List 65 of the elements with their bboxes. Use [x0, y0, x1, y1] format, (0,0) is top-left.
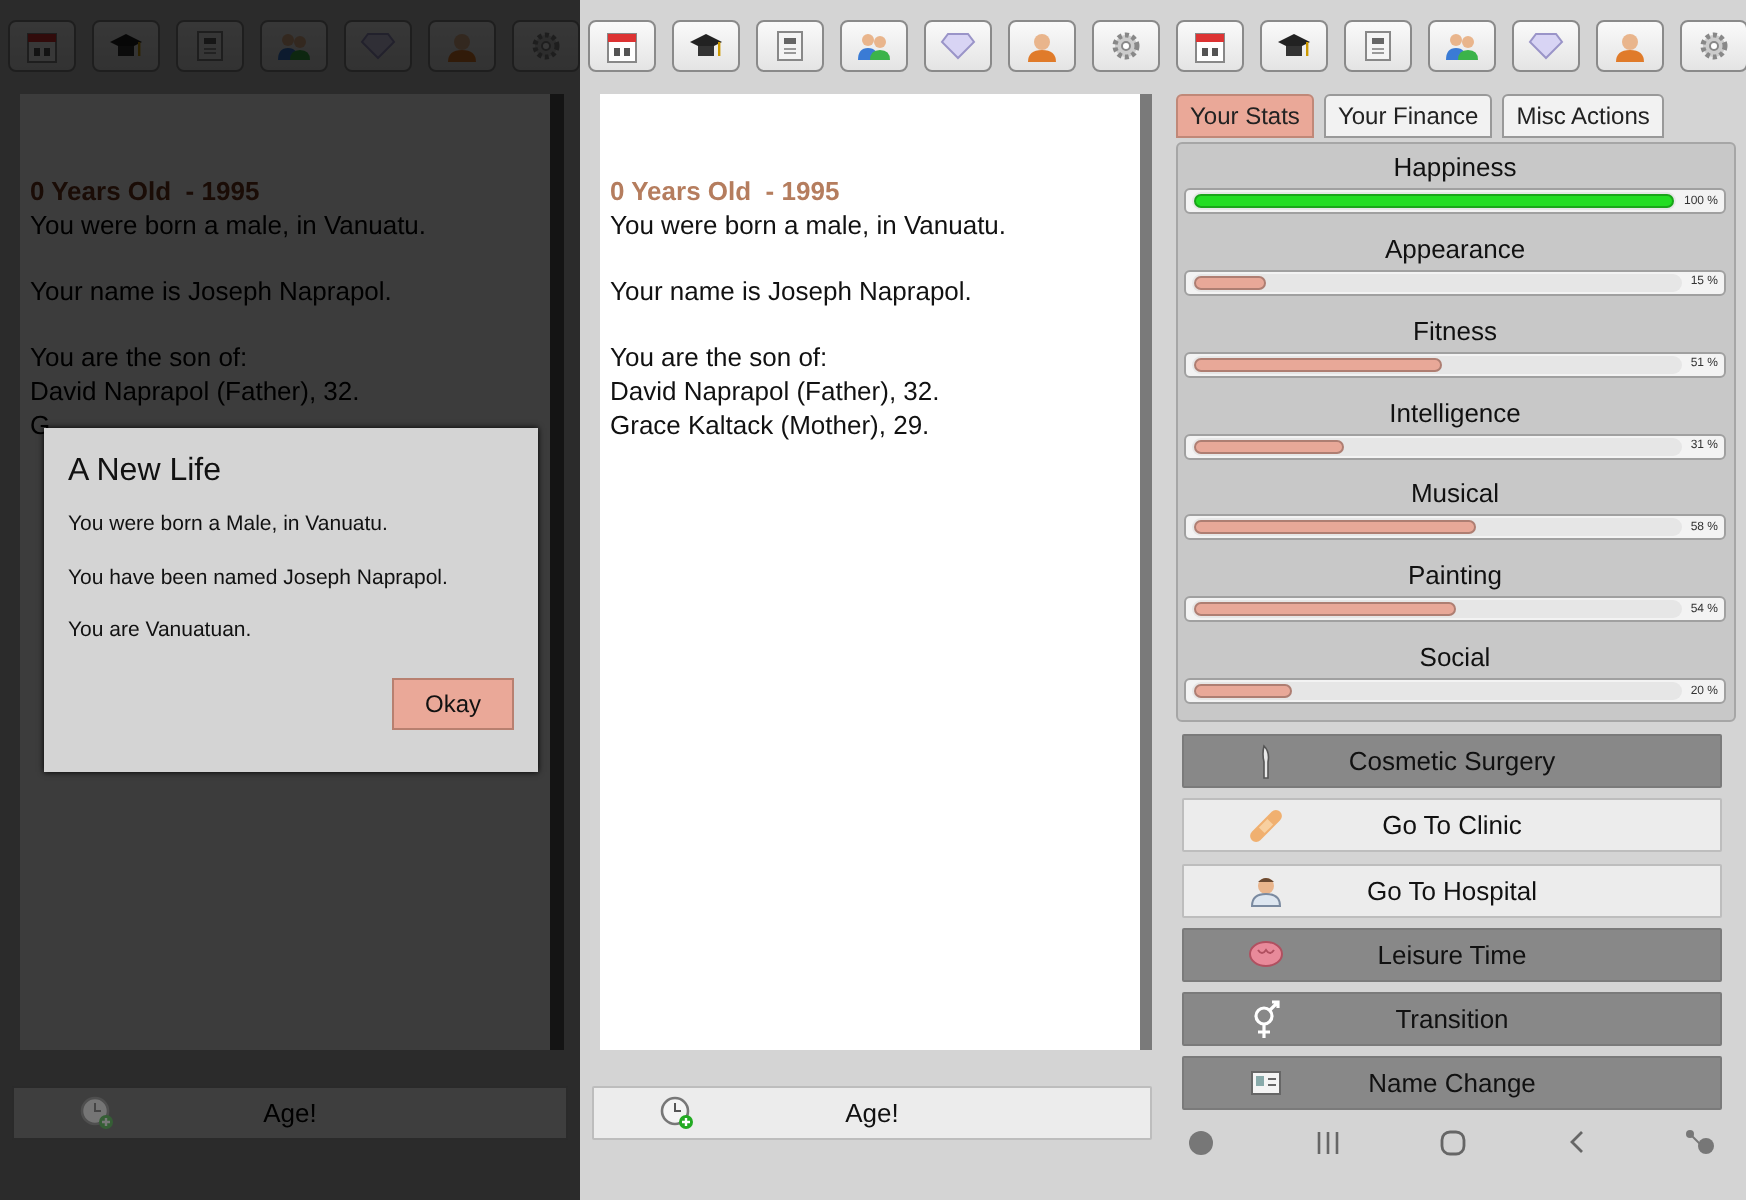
graduation-cap-icon: [688, 31, 724, 61]
id-card-icon: [1250, 1070, 1282, 1097]
story-line: Your name is Joseph Naprapol.: [30, 274, 394, 308]
person-icon: [1250, 873, 1282, 908]
tab[interactable]: Misc Actions: [1502, 94, 1664, 138]
home-icon[interactable]: [1440, 1129, 1466, 1156]
action-button[interactable]: Go To Hospital: [1182, 863, 1722, 918]
calendar-icon: [1194, 29, 1226, 63]
settings-icon: [1110, 30, 1142, 62]
stat-label: Fitness: [1413, 313, 1497, 350]
document-icon: [776, 30, 804, 62]
story-line: Grace Kaltack (Mother), 29.: [610, 408, 932, 442]
document-icon: [1364, 30, 1392, 62]
document-icon: [196, 30, 224, 62]
clock-icon: [659, 1096, 693, 1130]
tab[interactable]: Your Finance: [1323, 94, 1493, 138]
back-icon[interactable]: [1567, 1130, 1583, 1155]
stat-label: Social: [1419, 640, 1491, 677]
brain-icon: [1248, 939, 1284, 970]
scalpel-icon: [1258, 743, 1274, 779]
settings-icon: [530, 30, 562, 62]
person-icon: [1026, 29, 1058, 63]
dialog-message: You are Vanuatuan.: [68, 618, 252, 642]
people-icon: [276, 30, 312, 62]
calendar-icon: [26, 29, 58, 63]
graduation-cap-icon: [108, 31, 144, 61]
stat-label: Painting: [1408, 558, 1502, 595]
tab[interactable]: Your Stats: [1176, 94, 1314, 138]
okay-button[interactable]: Okay: [392, 677, 514, 729]
story-line: You were born a male, in Vanuatu.: [30, 208, 429, 242]
story-line: Your name is Joseph Naprapol.: [610, 274, 974, 308]
dialog-message: You have been named Joseph Naprapol.: [68, 565, 448, 589]
stat-label: Appearance: [1384, 231, 1526, 268]
calendar-icon: [606, 29, 638, 63]
person-icon: [446, 29, 478, 63]
ball-icon[interactable]: [1188, 1129, 1214, 1156]
dialog-message: You were born a Male, in Vanuatu.: [68, 512, 388, 536]
person-icon: [1614, 29, 1646, 63]
story-heading: 0 Years Old - 1995: [610, 174, 842, 208]
toolbar-button[interactable]: [1260, 20, 1328, 72]
toolbar-button[interactable]: [672, 20, 740, 72]
diamond-icon: [940, 32, 976, 60]
action-button[interactable]: Go To Clinic: [1182, 798, 1722, 853]
story-line: You are the son of:: [30, 340, 250, 374]
age-button[interactable]: Age!: [592, 1086, 1152, 1140]
stat-label: Happiness: [1393, 150, 1517, 186]
stat-label: Musical: [1410, 476, 1500, 513]
gender-symbol-icon: [1252, 999, 1280, 1040]
recent-apps-icon[interactable]: [1315, 1131, 1339, 1154]
people-icon: [1444, 30, 1480, 62]
story-line: You were born a male, in Vanuatu.: [610, 208, 1009, 242]
story-line: You are the son of:: [610, 340, 830, 374]
scrollbar[interactable]: [550, 94, 564, 1050]
toolbar-button[interactable]: [588, 20, 656, 72]
stat-label: Intelligence: [1389, 395, 1521, 432]
diamond-icon: [1528, 32, 1564, 60]
clock-icon: [79, 1096, 113, 1130]
toolbar-button[interactable]: [1176, 20, 1244, 72]
story-line: David Naprapol (Father), 32.: [610, 374, 942, 408]
story-line: David Naprapol (Father), 32.: [30, 374, 362, 408]
settings-icon: [1698, 30, 1730, 62]
dialog-title: A New Life: [68, 454, 221, 490]
scrollbar[interactable]: [1140, 94, 1152, 1050]
graduation-cap-icon: [1276, 31, 1312, 61]
people-icon: [856, 30, 892, 62]
